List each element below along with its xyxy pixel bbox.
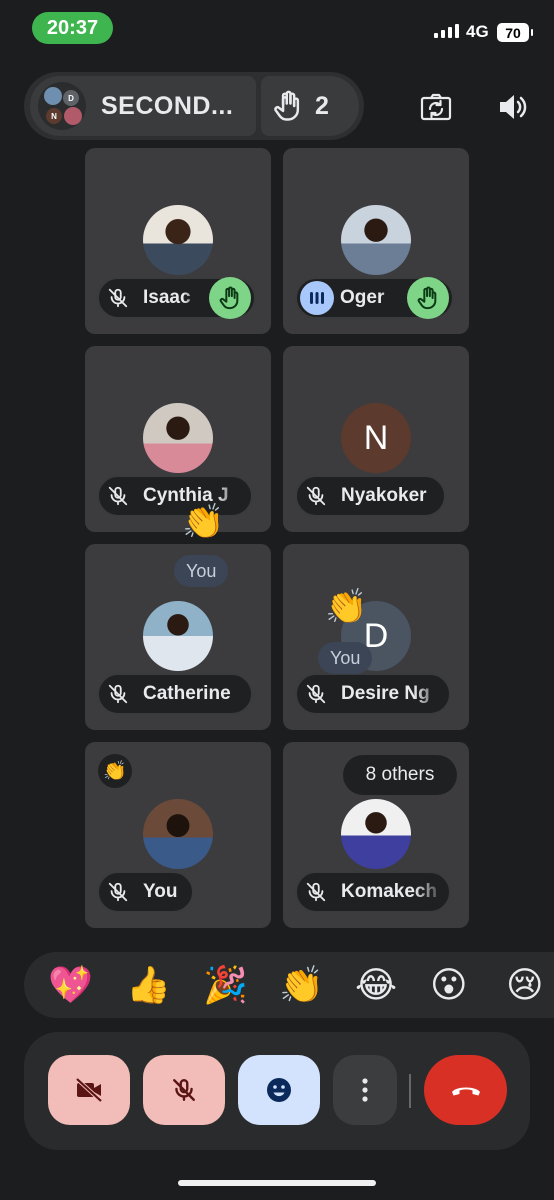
avatar [341,799,411,869]
floating-reaction: 👏 [325,588,368,626]
avatar [143,601,213,671]
avatar: N [341,403,411,473]
participants-avatar-cluster: D N [38,82,86,130]
participant-name-pill: Catherine [97,673,253,715]
camera-toggle-button[interactable] [48,1055,130,1125]
mic-off-icon [99,675,137,713]
participant-name-pill: Nyakoker [295,475,446,517]
avatar [143,403,213,473]
speaking-indicator-icon [300,281,334,315]
reaction-party-popper[interactable]: 🎉 [203,964,248,1006]
meeting-info-button[interactable]: D N SECOND... [30,76,256,136]
reaction-tears-of-joy[interactable]: 😂 [355,964,397,1006]
participant-name: You [143,881,178,902]
avatar: D [63,90,79,106]
cell-signal-icon [434,24,459,38]
battery-indicator: 70 [497,23,533,42]
reactions-bar: 💖 👍 🎉 👏 😂 😮 😢 [24,952,554,1018]
raised-hands-button[interactable]: 2 [261,76,359,136]
home-indicator[interactable] [178,1180,376,1186]
participant-name-pill: You [97,871,194,913]
participant-name: Nyakoker [341,485,427,506]
reaction-clapping[interactable]: 👏 [279,964,324,1006]
floating-reaction-label: You [318,642,373,674]
participant-name: Desire Ng [341,683,430,704]
avatar [64,107,82,125]
meeting-title: SECOND... [101,91,234,120]
reactions-button[interactable] [238,1055,320,1125]
emoji-smile-icon [265,1076,293,1104]
participant-name: Komakech [341,881,438,902]
status-time: 20:37 [32,12,113,44]
reaction-crying[interactable]: 😢 [506,964,544,1006]
mic-off-icon [171,1076,197,1104]
end-call-button[interactable] [424,1055,507,1125]
floating-reaction: 👏 [182,503,225,541]
hang-up-icon [450,1082,482,1098]
switch-camera-icon[interactable] [418,89,454,125]
mic-off-icon [297,873,335,911]
network-type: 4G [466,22,489,41]
speaker-icon[interactable] [494,89,530,125]
avatar: N [46,108,62,124]
reaction-thumbs-up[interactable]: 👍 [126,964,171,1006]
mic-off-icon [297,675,335,713]
more-vertical-icon [361,1077,369,1103]
reaction-surprised[interactable]: 😮 [430,964,468,1006]
camera-off-icon [74,1077,104,1103]
participant-name: Isaac [143,287,191,308]
avatar [143,799,213,869]
raised-hand-badge [407,277,449,319]
more-options-button[interactable] [333,1055,397,1125]
participant-name-pill: Komakech [295,871,451,913]
mic-off-icon [297,477,335,515]
mic-off-icon [99,279,137,317]
raised-hands-count: 2 [315,91,329,120]
mic-off-icon [99,873,137,911]
participant-name-pill: Desire Ng [295,673,451,715]
controls-divider [409,1074,411,1108]
avatar [341,205,411,275]
microphone-toggle-button[interactable] [143,1055,225,1125]
avatar [143,205,213,275]
mic-off-icon [99,477,137,515]
raise-hand-icon [273,90,303,122]
participant-name: Oger [340,287,385,308]
raised-hand-badge [209,277,251,319]
avatar [44,87,62,105]
floating-reaction-label: You [174,555,229,587]
participant-name: Catherine [143,683,231,704]
reaction-sparkling-heart[interactable]: 💖 [48,964,93,1006]
others-count-badge[interactable]: 8 others [343,755,457,795]
participant-name-pill: Cynthia J [97,475,253,517]
self-reaction-badge: 👏 [98,754,132,788]
